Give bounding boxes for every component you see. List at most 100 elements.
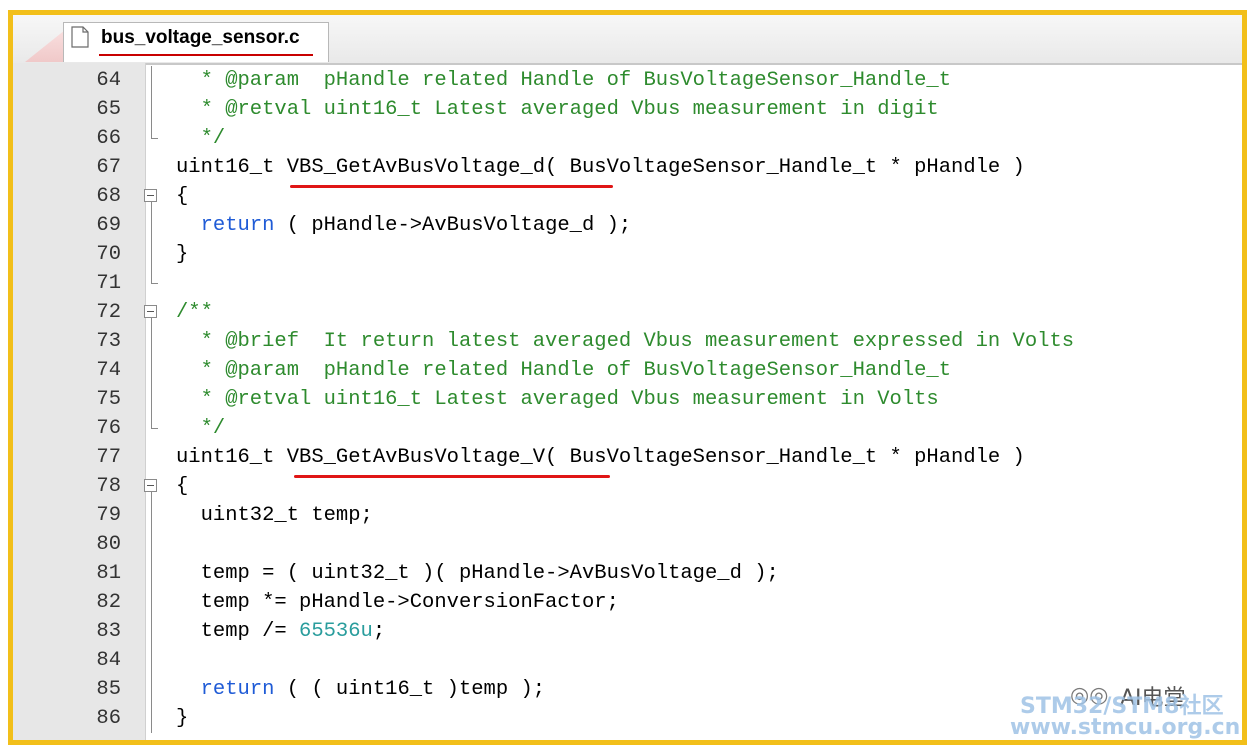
code-text: * @retval uint16_t Latest averaged Vbus … <box>176 385 939 414</box>
fold-guide <box>141 66 163 95</box>
code-text: */ <box>176 414 226 443</box>
fold-end-guide <box>141 414 163 443</box>
code-text: * @brief It return latest averaged Vbus … <box>176 327 1074 356</box>
code-text: uint16_t VBS_GetAvBusVoltage_V( BusVolta… <box>176 443 1025 472</box>
code-token: ( ( uint16_t )temp ); <box>274 678 546 701</box>
code-line[interactable]: 78 { <box>13 472 1242 501</box>
code-token: { <box>176 475 189 498</box>
comment-token: */ <box>176 127 226 150</box>
code-text: * @retval uint16_t Latest averaged Vbus … <box>176 95 939 124</box>
code-text: * @param pHandle related Handle of BusVo… <box>176 66 951 95</box>
line-number: 83 <box>96 620 121 643</box>
code-line[interactable]: 82 temp *= pHandle->ConversionFactor; <box>13 588 1242 617</box>
code-token: } <box>176 707 189 730</box>
line-number: 74 <box>96 359 121 382</box>
code-token: temp = ( uint32_t )( pHandle->AvBusVolta… <box>176 562 779 585</box>
line-number: 86 <box>96 707 121 730</box>
line-number: 67 <box>96 156 121 179</box>
file-icon <box>71 26 89 48</box>
code-text: { <box>176 472 188 501</box>
code-line[interactable]: 66 */ <box>13 124 1242 153</box>
fold-collapse-icon[interactable] <box>141 298 163 327</box>
line-number: 85 <box>96 678 121 701</box>
fold-guide <box>141 559 163 588</box>
fold-guide <box>141 356 163 385</box>
line-number: 80 <box>96 533 121 556</box>
fold-collapse-icon[interactable] <box>141 182 163 211</box>
fold-guide <box>141 211 163 240</box>
tab-bar: bus_voltage_sensor.c <box>13 15 1242 65</box>
fold-guide <box>141 95 163 124</box>
code-line[interactable]: 75 * @retval uint16_t Latest averaged Vb… <box>13 385 1242 414</box>
comment-token: /** <box>176 301 213 324</box>
watermark-site-url: www.stmcu.org.cn <box>1010 715 1241 740</box>
code-line[interactable]: 76 */ <box>13 414 1242 443</box>
code-line[interactable]: 71 <box>13 269 1242 298</box>
fold-guide <box>141 617 163 646</box>
code-text: } <box>176 704 188 733</box>
fold-guide <box>141 530 163 559</box>
line-number: 84 <box>96 649 121 672</box>
code-token: temp *= pHandle->ConversionFactor; <box>176 591 619 614</box>
code-line[interactable]: 69 return ( pHandle->AvBusVoltage_d ); <box>13 211 1242 240</box>
code-line[interactable]: 77 uint16_t VBS_GetAvBusVoltage_V( BusVol… <box>13 443 1242 472</box>
code-text: */ <box>176 124 226 153</box>
code-line[interactable]: 74 * @param pHandle related Handle of Bu… <box>13 356 1242 385</box>
fold-end-guide <box>141 269 163 298</box>
code-text: temp *= pHandle->ConversionFactor; <box>176 588 619 617</box>
code-text: temp = ( uint32_t )( pHandle->AvBusVolta… <box>176 559 779 588</box>
file-tab-label[interactable]: bus_voltage_sensor.c <box>101 27 300 49</box>
code-line[interactable]: 73 * @brief It return latest averaged Vb… <box>13 327 1242 356</box>
highlight-underline-getavbusvoltage-v <box>294 475 610 478</box>
line-number: 66 <box>96 127 121 150</box>
fold-empty <box>141 153 163 182</box>
code-line[interactable]: 70} <box>13 240 1242 269</box>
fold-guide <box>141 327 163 356</box>
comment-token: * @param pHandle related Handle of BusVo… <box>176 69 952 92</box>
code-line[interactable]: 64 * @param pHandle related Handle of Bu… <box>13 66 1242 95</box>
keyword-token: return <box>200 214 275 237</box>
code-text: return ( ( uint16_t )temp ); <box>176 675 545 704</box>
code-line[interactable]: 72 /** <box>13 298 1242 327</box>
line-number: 78 <box>96 475 121 498</box>
fold-guide <box>141 675 163 704</box>
fold-collapse-icon[interactable] <box>141 472 163 501</box>
code-text: temp /= 65536u; <box>176 617 386 646</box>
code-line[interactable]: 68 { <box>13 182 1242 211</box>
keyword-token: return <box>200 678 275 701</box>
line-number: 72 <box>96 301 121 324</box>
code-line[interactable]: 79 uint32_t temp; <box>13 501 1242 530</box>
code-line[interactable]: 81 temp = ( uint32_t )( pHandle->AvBusVo… <box>13 559 1242 588</box>
line-number: 68 <box>96 185 121 208</box>
comment-token: * @brief It return latest averaged Vbus … <box>176 330 1075 353</box>
code-line[interactable]: 67 uint16_t VBS_GetAvBusVoltage_d( BusVol… <box>13 153 1242 182</box>
number-token: 65536u <box>299 620 373 643</box>
line-number: 73 <box>96 330 121 353</box>
code-line[interactable]: 83 temp /= 65536u; <box>13 617 1242 646</box>
code-text: * @param pHandle related Handle of BusVo… <box>176 356 951 385</box>
comment-token: * @retval uint16_t Latest averaged Vbus … <box>176 98 939 121</box>
code-text: uint16_t VBS_GetAvBusVoltage_d( BusVolta… <box>176 153 1025 182</box>
line-number: 81 <box>96 562 121 585</box>
line-number: 69 <box>96 214 121 237</box>
code-line[interactable]: 65 * @retval uint16_t Latest averaged Vb… <box>13 95 1242 124</box>
code-text: return ( pHandle->AvBusVoltage_d ); <box>176 211 632 240</box>
code-token: temp /= <box>176 620 300 643</box>
line-number: 76 <box>96 417 121 440</box>
comment-token: */ <box>176 417 226 440</box>
code-area[interactable]: 64 * @param pHandle related Handle of Bu… <box>13 66 1242 733</box>
line-number: 65 <box>96 98 121 121</box>
line-number: 77 <box>96 446 121 469</box>
code-token: { <box>176 185 189 208</box>
code-text: { <box>176 182 188 211</box>
line-number: 64 <box>96 69 121 92</box>
tab-active-underline <box>99 54 313 56</box>
watermark: ◎◎ AI电堂 STM32/STM8社区 www.stmcu.org.cn <box>1010 660 1250 750</box>
line-number: 82 <box>96 591 121 614</box>
code-text: /** <box>176 298 213 327</box>
code-text: } <box>176 240 188 269</box>
code-token: uint16_t VBS_GetAvBusVoltage_d( BusVolta… <box>176 156 1025 179</box>
code-line[interactable]: 80 <box>13 530 1242 559</box>
editor-window: bus_voltage_sensor.c 64 * @param pHandle… <box>8 10 1247 745</box>
code-token: } <box>176 243 189 266</box>
